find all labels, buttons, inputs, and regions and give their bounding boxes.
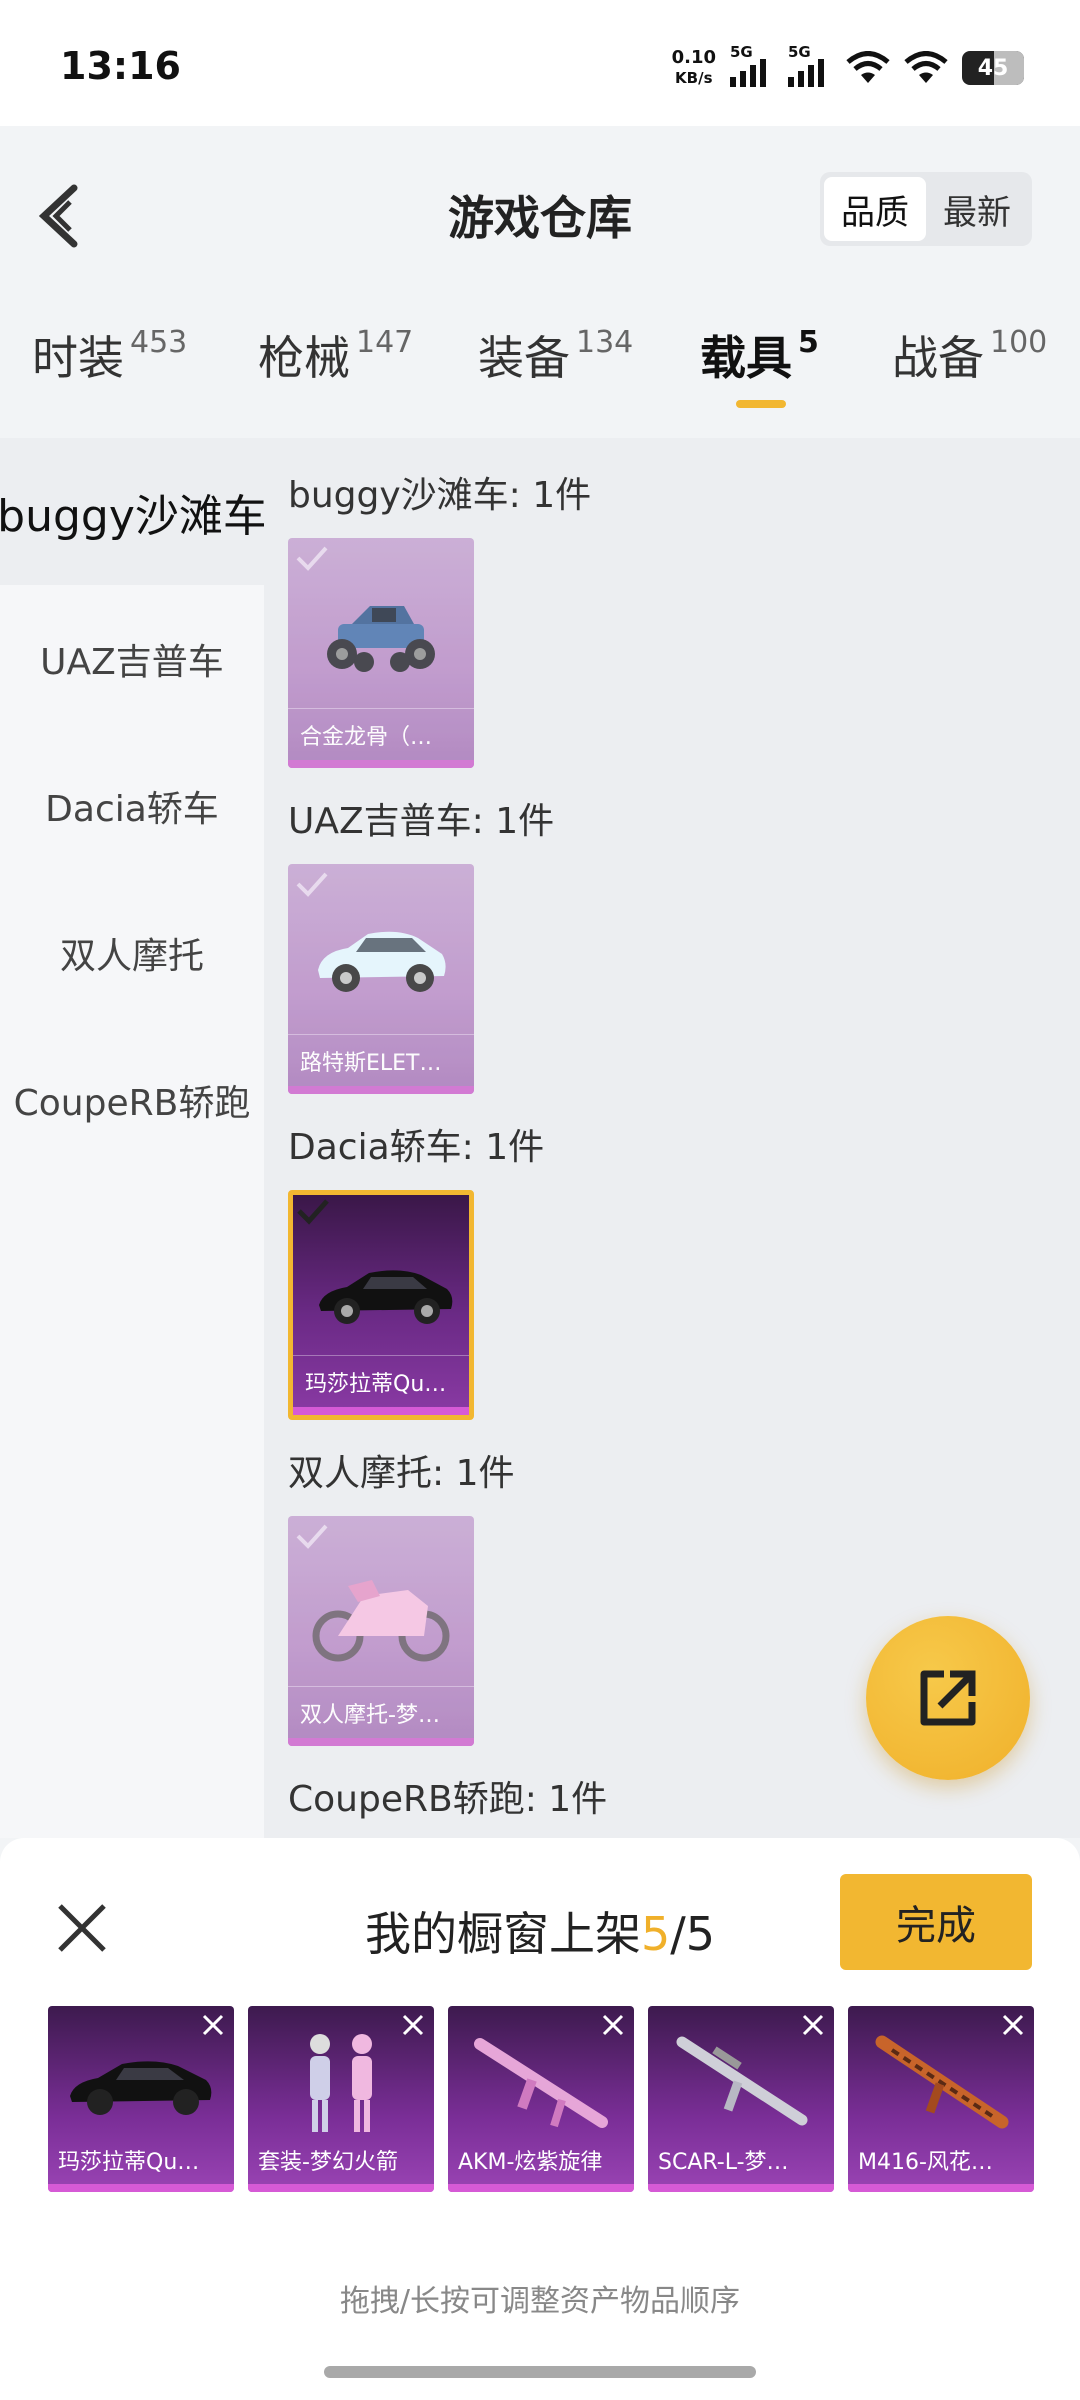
- network-speed: 0.10 KB/s: [671, 47, 716, 88]
- buggy-image: [327, 606, 435, 672]
- rarity-bar: [248, 2184, 434, 2192]
- tab-fashion[interactable]: 时装 453: [32, 322, 187, 388]
- status-bar: 13:16 0.10 KB/s 5G 5G 45: [0, 0, 1080, 126]
- sort-toggle: 品质 最新: [820, 172, 1032, 246]
- sedan-image: [70, 2061, 212, 2115]
- outfit-image: [310, 2034, 372, 2132]
- check-icon: [296, 872, 328, 897]
- vehicle-card-uaz[interactable]: 路特斯ELET…: [288, 864, 474, 1094]
- check-icon: [296, 1524, 328, 1549]
- showcase-item[interactable]: 套装-梦幻火箭: [248, 2006, 434, 2192]
- check-icon: [296, 546, 328, 571]
- tab-supplies[interactable]: 战备 100: [892, 322, 1047, 388]
- showcase-item-name: 玛莎拉蒂Qu…: [58, 2150, 200, 2175]
- showcase-item-name: 套装-梦幻火箭: [258, 2150, 398, 2175]
- wifi-icon: [846, 51, 890, 83]
- rifle-image: [875, 2035, 1009, 2129]
- vehicle-card-buggy[interactable]: 合金龙骨（…: [288, 538, 474, 768]
- active-tab-indicator: [736, 400, 786, 408]
- item-name: 合金龙骨（…: [288, 708, 474, 760]
- category-motorcycle[interactable]: 双人摩托: [0, 879, 264, 1026]
- category-tabs: 时装 453 枪械 147 装备 134 载具 5 战备 100: [0, 322, 1080, 422]
- showcase-item-name: M416-风花…: [858, 2150, 993, 2175]
- reorder-hint: 拖拽/长按可调整资产物品顺序: [339, 2284, 741, 2319]
- sedan-image: [319, 1270, 453, 1324]
- item-name: 双人摩托-梦…: [288, 1686, 474, 1738]
- check-icon: [297, 1199, 329, 1225]
- item-name: 路特斯ELET…: [288, 1034, 474, 1086]
- category-uaz[interactable]: UAZ吉普车: [0, 585, 264, 732]
- rarity-bar: [48, 2184, 234, 2192]
- done-button[interactable]: 完成: [840, 1874, 1032, 1970]
- tab-guns[interactable]: 枪械 147: [258, 322, 413, 388]
- showcase-item-name: SCAR-L-梦…: [658, 2150, 789, 2175]
- battery-icon: 45: [962, 51, 1024, 85]
- showcase-item[interactable]: SCAR-L-梦…: [648, 2006, 834, 2192]
- rarity-bar: [648, 2184, 834, 2192]
- share-icon: [920, 1670, 976, 1726]
- signal-icon: 5G: [788, 43, 832, 87]
- status-icons: 0.10 KB/s 5G 5G 45: [671, 43, 1024, 88]
- header: 游戏仓库 品质 最新 时装 453 枪械 147 装备 134 载具 5 战备 100: [0, 126, 1080, 438]
- sort-option-quality[interactable]: 品质: [824, 177, 926, 241]
- signal-icon: 5G: [730, 43, 774, 87]
- vehicle-card-motorcycle[interactable]: 双人摩托-梦…: [288, 1516, 474, 1746]
- showcase-items: 玛莎拉蒂Qu… 套装-梦幻火箭 AKM-炫紫旋律 SCAR-L-梦… M416-…: [48, 2006, 1034, 2192]
- motorcycle-image: [312, 1580, 450, 1662]
- rarity-bar: [848, 2184, 1034, 2192]
- group-title: 双人摩托: 1件: [288, 1453, 515, 1494]
- rifle-image: [676, 2036, 808, 2126]
- home-indicator[interactable]: [324, 2366, 756, 2378]
- tab-vehicles[interactable]: 载具 5: [700, 322, 819, 388]
- rarity-bar: [293, 1407, 469, 1415]
- group-title: UAZ吉普车: 1件: [288, 801, 555, 842]
- vehicle-card-dacia[interactable]: 玛莎拉蒂Qu…: [288, 1190, 474, 1420]
- group-title: buggy沙滩车: 1件: [288, 475, 592, 516]
- status-time: 13:16: [60, 44, 181, 88]
- showcase-sheet: 我的橱窗上架5/5 完成 玛莎拉蒂Qu… 套装-梦幻火箭 AKM-炫紫旋律 SC…: [0, 1838, 1080, 2400]
- sort-option-latest[interactable]: 最新: [926, 177, 1028, 241]
- showcase-item[interactable]: 玛莎拉蒂Qu…: [48, 2006, 234, 2192]
- rarity-bar: [288, 760, 474, 768]
- suv-image: [318, 931, 446, 992]
- showcase-item-name: AKM-炫紫旋律: [458, 2150, 603, 2175]
- category-couperb[interactable]: CoupeRB轿跑: [0, 1026, 264, 1173]
- tab-equipment[interactable]: 装备 134: [478, 322, 633, 388]
- showcase-item[interactable]: AKM-炫紫旋律: [448, 2006, 634, 2192]
- category-buggy[interactable]: buggy沙滩车: [0, 438, 267, 585]
- rarity-bar: [288, 1738, 474, 1746]
- group-title: Dacia轿车: 1件: [288, 1127, 545, 1168]
- rarity-bar: [288, 1086, 474, 1094]
- showcase-item[interactable]: M416-风花…: [848, 2006, 1034, 2192]
- vehicle-category-list: buggy沙滩车 UAZ吉普车 Dacia轿车 双人摩托 CoupeRB轿跑: [0, 438, 267, 1838]
- group-title: CoupeRB轿跑: 1件: [288, 1779, 608, 1820]
- item-name: 玛莎拉蒂Qu…: [293, 1355, 469, 1407]
- wifi-icon: [904, 51, 948, 83]
- rifle-image: [474, 2038, 608, 2128]
- category-dacia[interactable]: Dacia轿车: [0, 732, 264, 879]
- rarity-bar: [448, 2184, 634, 2192]
- share-button[interactable]: [866, 1616, 1030, 1780]
